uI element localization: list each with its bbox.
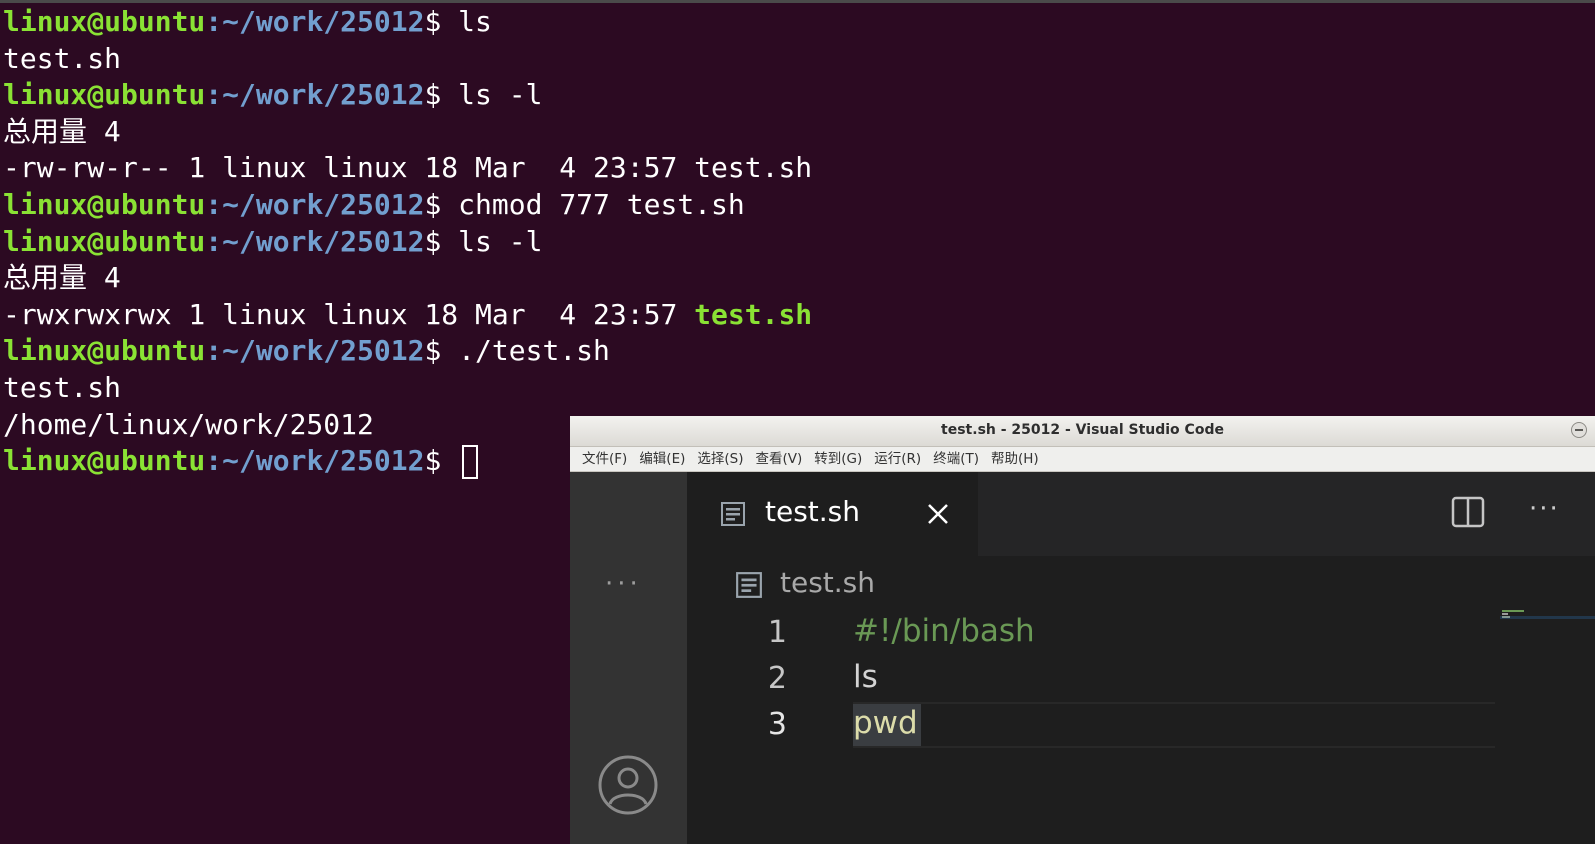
prompt-path: :~/work/25012 <box>205 5 425 38</box>
menu-edit[interactable]: 编辑(E) <box>633 447 691 471</box>
prompt-symbol: $ <box>424 444 459 478</box>
code-line[interactable]: pwd <box>853 700 918 746</box>
prompt-user: linux@ubuntu <box>3 444 206 478</box>
menu-help[interactable]: 帮助(H) <box>985 447 1045 471</box>
prompt-user: linux@ubuntu <box>3 334 206 368</box>
prompt-path: :~/work/25012 <box>205 444 425 478</box>
terminal-output[interactable]: linux@ubuntu:~/work/25012$ ls test.sh li… <box>3 4 1593 480</box>
output-text: /home/linux/work/25012 <box>3 407 374 441</box>
terminal-cursor[interactable] <box>462 445 479 480</box>
vscode-window: test.sh - 25012 - Visual Studio Code 文件(… <box>570 416 1595 844</box>
output-text: 总用量 4 <box>3 114 121 148</box>
prompt-symbol: $ <box>424 224 459 258</box>
prompt-user: linux@ubuntu <box>3 5 206 38</box>
line-number: 2 <box>767 661 787 696</box>
split-editor-icon[interactable] <box>1451 496 1485 532</box>
line-number: 3 <box>767 707 787 742</box>
prompt-symbol: $ <box>424 5 459 38</box>
command-text: ls -l <box>458 78 543 112</box>
file-lines-icon <box>720 501 746 531</box>
code-line[interactable]: #!/bin/bash <box>853 608 1035 654</box>
window-titlebar[interactable]: test.sh - 25012 - Visual Studio Code <box>570 416 1595 447</box>
more-activities-icon[interactable]: ··· <box>605 569 642 599</box>
current-line-highlight <box>853 702 1495 748</box>
terminal-line-6: linux@ubuntu:~/work/25012$ chmod 777 tes… <box>3 187 1593 224</box>
executable-filename: test.sh <box>694 297 813 331</box>
output-text: -rwxrwxrwx 1 linux linux 18 Mar 4 23:57 <box>3 297 695 331</box>
top-border <box>0 0 1595 3</box>
minimap[interactable] <box>1500 608 1595 628</box>
menu-selection[interactable]: 选择(S) <box>691 447 749 471</box>
output-text: -rw-rw-r-- 1 linux linux 18 Mar 4 23:57 … <box>3 151 813 185</box>
minimize-icon[interactable] <box>1571 422 1587 438</box>
output-text: test.sh <box>3 41 122 75</box>
tab-label: test.sh <box>765 495 861 528</box>
line-number: 1 <box>767 615 787 650</box>
terminal-line-7: linux@ubuntu:~/work/25012$ ls -l <box>3 224 1593 261</box>
code-editor[interactable]: 1 #!/bin/bash 2 ls 3 pwd <box>687 608 1595 844</box>
command-text: ./test.sh <box>458 334 610 368</box>
terminal-line-8: 总用量 4 <box>3 260 1593 297</box>
terminal-line-2: test.sh <box>3 41 1593 78</box>
terminal-line-11: test.sh <box>3 370 1593 407</box>
breadcrumb-label: test.sh <box>780 566 876 599</box>
command-text: ls -l <box>458 224 543 258</box>
account-icon[interactable] <box>597 754 659 820</box>
prompt-path: :~/work/25012 <box>205 224 425 258</box>
menu-run[interactable]: 运行(R) <box>868 447 927 471</box>
prompt-path: :~/work/25012 <box>205 78 425 112</box>
prompt-symbol: $ <box>424 334 459 368</box>
activity-bar: ··· <box>570 472 687 844</box>
terminal-line-5: -rw-rw-r-- 1 linux linux 18 Mar 4 23:57 … <box>3 150 1593 187</box>
prompt-user: linux@ubuntu <box>3 78 206 112</box>
tab-test-sh[interactable]: test.sh <box>687 472 978 556</box>
command-text: ls <box>458 5 492 38</box>
terminal-line-10: linux@ubuntu:~/work/25012$ ./test.sh <box>3 333 1593 370</box>
close-icon[interactable] <box>927 503 949 529</box>
menu-terminal[interactable]: 终端(T) <box>927 447 985 471</box>
command-text: chmod 777 test.sh <box>458 187 745 221</box>
code-line[interactable]: ls <box>853 654 878 700</box>
prompt-symbol: $ <box>424 187 459 221</box>
prompt-path: :~/work/25012 <box>205 187 425 221</box>
menu-file[interactable]: 文件(F) <box>576 447 633 471</box>
terminal-line-4: 总用量 4 <box>3 114 1593 151</box>
prompt-user: linux@ubuntu <box>3 224 206 258</box>
terminal-line-1: linux@ubuntu:~/work/25012$ ls <box>3 4 1593 41</box>
output-text: 总用量 4 <box>3 261 121 295</box>
prompt-user: linux@ubuntu <box>3 187 206 221</box>
terminal-line-9: -rwxrwxrwx 1 linux linux 18 Mar 4 23:57 … <box>3 297 1593 334</box>
more-actions-icon[interactable]: ··· <box>1529 494 1560 524</box>
prompt-symbol: $ <box>424 78 459 112</box>
menu-view[interactable]: 查看(V) <box>750 447 809 471</box>
window-title: test.sh - 25012 - Visual Studio Code <box>941 422 1224 438</box>
prompt-path: :~/work/25012 <box>205 334 425 368</box>
terminal-line-3: linux@ubuntu:~/work/25012$ ls -l <box>3 77 1593 114</box>
file-lines-icon <box>735 571 763 603</box>
output-text: test.sh <box>3 370 122 404</box>
menu-bar: 文件(F) 编辑(E) 选择(S) 查看(V) 转到(G) 运行(R) 终端(T… <box>570 447 1595 472</box>
menu-go[interactable]: 转到(G) <box>808 447 868 471</box>
editor-tab-bar: test.sh ··· <box>687 472 1595 556</box>
